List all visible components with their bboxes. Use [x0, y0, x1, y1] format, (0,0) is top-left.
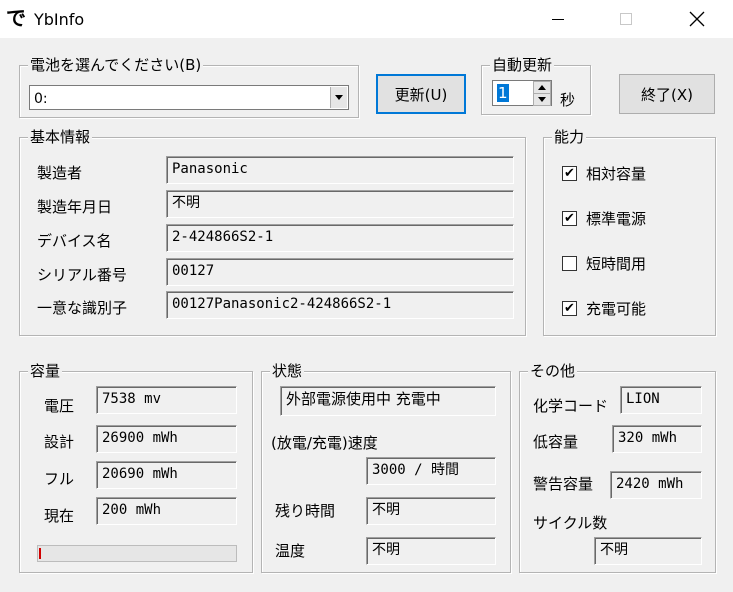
remaining-time-label: 残り時間 — [275, 502, 336, 520]
manufacturer-field: Panasonic — [166, 156, 514, 184]
rate-label: (放電/充電)速度 — [271, 434, 378, 452]
standard-power-checkbox[interactable]: ✔ — [562, 211, 577, 226]
combo-dropdown-button[interactable] — [330, 87, 347, 108]
window-title: YbInfo — [34, 10, 85, 29]
low-capacity-field: 320 mWh — [612, 425, 702, 453]
spin-up-icon — [538, 85, 546, 90]
warning-capacity-field: 2420 mWh — [610, 471, 702, 499]
battery-select-legend: 電池を選んでください(B) — [28, 55, 204, 75]
manufacture-date-field: 不明 — [166, 190, 514, 218]
auto-update-legend: 自動更新 — [490, 55, 555, 75]
rate-field: 3000 / 時間 — [366, 457, 496, 485]
maximize-button — [603, 0, 649, 38]
rechargeable-checkbox[interactable]: ✔ — [562, 301, 577, 316]
full-capacity-field: 20690 mWh — [96, 461, 237, 489]
warning-capacity-label: 警告容量 — [533, 475, 594, 493]
exit-button-label: 終了(X) — [641, 85, 693, 104]
capacity-progress-bar — [37, 545, 237, 562]
close-button[interactable] — [674, 0, 720, 38]
unique-id-field: 00127Panasonic2-424866S2-1 — [166, 291, 514, 319]
maximize-icon — [620, 13, 632, 25]
unique-id-label: 一意な識別子 — [37, 299, 128, 317]
current-capacity-label: 現在 — [44, 507, 75, 525]
rechargeable-label: 充電可能 — [586, 300, 647, 318]
spin-down-icon — [538, 97, 546, 102]
chevron-down-icon — [335, 95, 343, 100]
status-legend: 状態 — [270, 361, 305, 381]
update-button[interactable]: 更新(U) — [376, 74, 466, 114]
power-state-field: 外部電源使用中 充電中 — [280, 386, 496, 416]
seconds-label: 秒 — [560, 91, 576, 109]
temperature-label: 温度 — [275, 542, 306, 560]
capability-legend: 能力 — [552, 127, 587, 147]
temperature-field: 不明 — [366, 537, 496, 565]
manufacturer-label: 製造者 — [37, 164, 83, 182]
chemistry-field: LION — [620, 386, 702, 414]
other-legend: その他 — [528, 361, 578, 381]
manufacture-date-label: 製造年月日 — [37, 198, 113, 216]
current-capacity-field: 200 mWh — [96, 497, 237, 525]
spin-down-button[interactable] — [533, 93, 551, 106]
relative-capacity-label: 相対容量 — [586, 165, 647, 183]
cycle-count-label: サイクル数 — [533, 514, 608, 532]
title-bar[interactable]: で YbInfo — [0, 0, 733, 38]
design-capacity-label: 設計 — [44, 433, 75, 451]
device-name-field: 2-424866S2-1 — [166, 224, 514, 252]
capacity-legend: 容量 — [28, 361, 63, 381]
relative-capacity-checkbox[interactable]: ✔ — [562, 166, 577, 181]
short-term-checkbox[interactable] — [562, 256, 577, 271]
cycle-count-field: 不明 — [594, 537, 702, 565]
update-button-label: 更新(U) — [394, 85, 448, 104]
standard-power-label: 標準電源 — [586, 210, 647, 228]
serial-number-field: 00127 — [166, 258, 514, 286]
design-capacity-field: 26900 mWh — [96, 425, 237, 453]
remaining-time-field: 不明 — [366, 497, 496, 525]
serial-number-label: シリアル番号 — [37, 266, 127, 284]
capacity-progress-fill — [39, 548, 41, 559]
basic-info-legend: 基本情報 — [28, 127, 93, 147]
chemistry-label: 化学コード — [533, 397, 609, 415]
battery-select-value: 0: — [34, 91, 48, 107]
auto-update-value: 1 — [497, 84, 509, 102]
minimize-button[interactable] — [535, 0, 581, 38]
device-name-label: デバイス名 — [37, 232, 112, 250]
voltage-field: 7538 mv — [96, 386, 237, 414]
exit-button[interactable]: 終了(X) — [619, 74, 715, 114]
voltage-label: 電圧 — [44, 397, 75, 415]
close-icon — [689, 11, 705, 27]
short-term-label: 短時間用 — [586, 255, 647, 273]
auto-update-spinner[interactable]: 1 — [492, 80, 552, 106]
low-capacity-label: 低容量 — [533, 433, 579, 451]
full-capacity-label: フル — [44, 470, 75, 488]
battery-select-combo[interactable]: 0: — [29, 85, 349, 110]
app-icon: で — [6, 6, 26, 30]
minimize-icon — [552, 18, 564, 20]
